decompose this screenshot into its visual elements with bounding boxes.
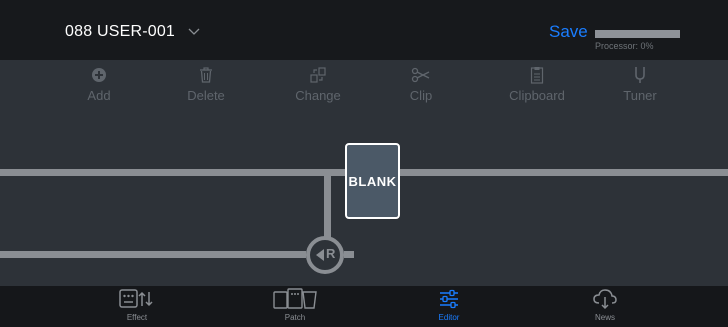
tuner-button[interactable]: Tuner: [600, 66, 680, 103]
signal-line-branch: [324, 172, 331, 238]
clipboard-button[interactable]: Clipboard: [497, 66, 577, 103]
delete-button[interactable]: Delete: [166, 66, 246, 103]
signal-line-out: [400, 169, 728, 176]
return-label: R: [326, 246, 336, 261]
save-button[interactable]: Save: [549, 22, 588, 42]
tab-editor[interactable]: Editor: [404, 288, 494, 322]
return-node[interactable]: R: [306, 236, 344, 274]
effect-block-blank[interactable]: BLANK: [345, 143, 400, 219]
tuner-label: Tuner: [623, 88, 657, 103]
tab-news-label: News: [594, 313, 615, 322]
add-button[interactable]: Add: [59, 66, 139, 103]
trash-icon: [200, 67, 212, 83]
tab-patch[interactable]: Patch: [250, 288, 340, 322]
clip-button[interactable]: Clip: [381, 66, 461, 103]
processor-meter: [595, 30, 680, 38]
tab-news[interactable]: News: [560, 288, 650, 322]
change-button[interactable]: Change: [278, 66, 358, 103]
change-label: Change: [295, 88, 341, 103]
clip-label: Clip: [409, 88, 433, 103]
plus-circle-icon: [92, 68, 106, 82]
editor-sliders-icon: [440, 289, 458, 309]
signal-line-in: [0, 169, 345, 176]
cloud-download-icon: [593, 289, 617, 310]
tab-effect[interactable]: Effect: [92, 288, 182, 322]
return-arrow-icon: [316, 249, 324, 261]
add-label: Add: [87, 88, 111, 103]
clipboard-label: Clipboard: [509, 88, 565, 103]
tab-editor-label: Editor: [438, 313, 460, 322]
delete-label: Delete: [187, 88, 225, 103]
clipboard-icon: [530, 67, 544, 84]
processor-label: Processor: 0%: [595, 41, 654, 51]
patch-icon: [273, 288, 317, 309]
effect-icon: [119, 289, 153, 308]
tuner-icon: [635, 67, 645, 83]
chevron-down-icon[interactable]: [188, 28, 200, 36]
tab-patch-label: Patch: [284, 313, 306, 322]
change-icon: [310, 67, 326, 83]
scissors-icon: [411, 67, 430, 83]
return-line: [0, 251, 306, 258]
tab-effect-label: Effect: [126, 313, 148, 322]
return-line-stub: [344, 251, 354, 258]
patch-name-selector[interactable]: 088 USER-001: [65, 23, 175, 41]
